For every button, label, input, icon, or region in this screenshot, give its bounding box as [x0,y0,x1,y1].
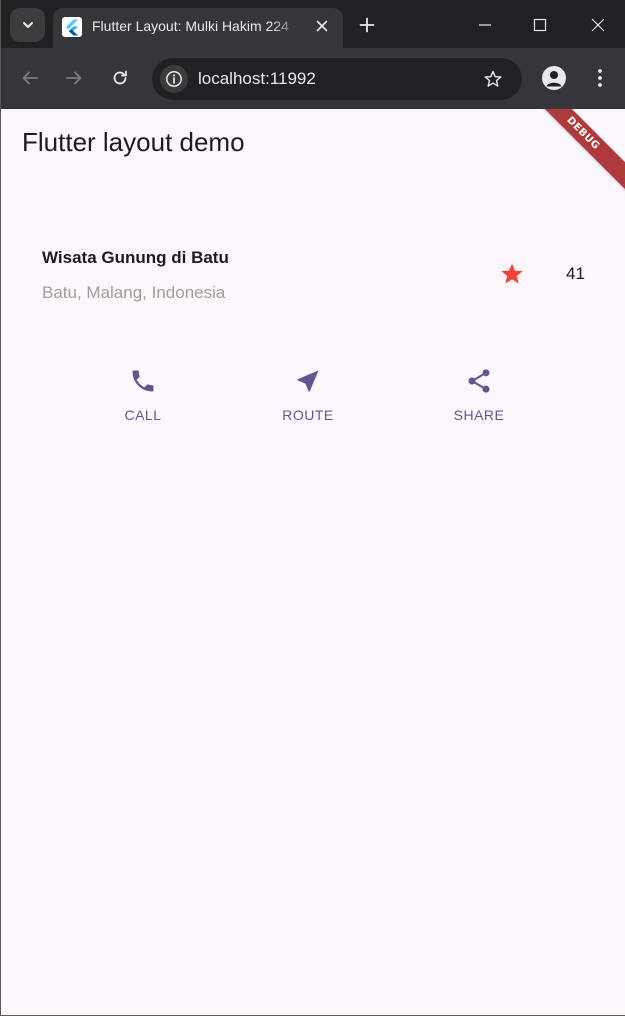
avatar-icon [546,71,562,87]
title-section: Wisata Gunung di Batu Batu, Malang, Indo… [42,246,588,306]
route-button[interactable]: ROUTE [258,367,358,423]
forward-button[interactable] [61,65,87,91]
plus-icon [359,17,375,33]
share-label: SHARE [453,407,505,423]
place-name: Wisata Gunung di Batu [42,248,229,267]
site-info-button[interactable] [160,65,188,93]
minimize-icon [479,24,491,26]
address-bar[interactable]: localhost:11992 [152,58,522,100]
bookmark-button[interactable] [482,68,504,90]
page-viewport: Flutter layout demo DEBUG Wisata Gunung … [1,109,625,1015]
share-button[interactable]: SHARE [429,367,529,423]
place-location: Batu, Malang, Indonesia [42,283,226,302]
back-button[interactable] [17,65,43,91]
tab-bar: Flutter Layout: Mulki Hakim 224 [1,0,625,48]
star-outline-icon [484,70,502,87]
tab-title: Flutter Layout: Mulki Hakim 224 [92,18,289,34]
minimize-button[interactable] [472,12,498,38]
browser-window: Flutter Layout: Mulki Hakim 224 localhos… [0,0,625,1016]
debug-banner-label: DEBUG [564,114,602,153]
reload-icon [113,70,127,85]
share-icon [468,369,490,393]
near-me-icon [297,370,319,392]
browser-tab[interactable]: Flutter Layout: Mulki Hakim 224 [53,8,343,48]
browser-toolbar: localhost:11992 [1,48,625,109]
rating-count: 41 [566,264,585,283]
new-tab-button[interactable] [355,13,379,37]
maximize-button[interactable] [527,12,553,38]
app-bar-title: Flutter layout demo [22,127,245,157]
arrow-left-icon [22,71,38,85]
tab-search-button[interactable] [10,8,45,42]
flutter-favicon-icon [62,17,82,37]
browser-menu-button[interactable] [589,66,611,90]
more-vert-icon [598,69,602,87]
url-text: localhost:11992 [198,69,316,88]
debug-banner: DEBUG [523,109,625,194]
close-icon [591,18,605,32]
chevron-down-icon [22,22,33,28]
phone-icon [132,370,154,392]
close-icon [316,20,328,32]
star-icon[interactable] [499,261,525,287]
profile-button[interactable] [542,66,566,90]
info-icon [166,71,182,87]
call-button[interactable]: CALL [93,367,193,423]
call-label: CALL [124,407,162,423]
window-close-button[interactable] [585,12,611,38]
maximize-icon [533,18,547,32]
route-label: ROUTE [282,407,334,423]
arrow-right-icon [66,71,82,85]
button-section: CALL ROUTE SHARE [1,367,625,437]
tab-close-button[interactable] [313,17,331,35]
reload-button[interactable] [107,65,133,91]
